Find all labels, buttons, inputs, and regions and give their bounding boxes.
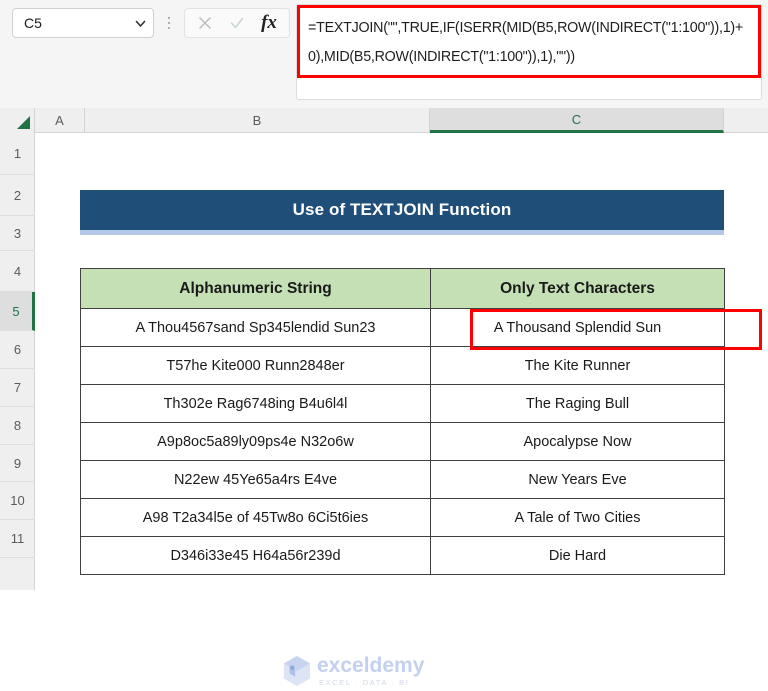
exceldemy-watermark: exceldemy EXCEL · DATA · BI: [282, 651, 472, 691]
dot: [168, 27, 170, 29]
cell-canvas: Use of TEXTJOIN Function Alphanumeric St…: [36, 133, 768, 590]
row-header-1[interactable]: 1: [0, 133, 35, 175]
name-box-value: C5: [24, 15, 42, 31]
table-row[interactable]: N22ew 45Ye65a4rs E4ve New Years Eve: [80, 460, 725, 499]
table-row[interactable]: A Thou4567sand Sp345lendid Sun23 A Thous…: [80, 308, 725, 347]
cell-b7[interactable]: Th302e Rag6748ing B4u6l4l: [80, 384, 431, 423]
column-header-only-text-characters: Only Text Characters: [430, 268, 725, 309]
column-header-overflow: [724, 108, 768, 133]
cell-b8[interactable]: A9p8oc5a89ly09ps4e N32o6w: [80, 422, 431, 461]
sheet-title-banner: Use of TEXTJOIN Function: [80, 190, 724, 230]
formula-input-wrapper[interactable]: =TEXTJOIN("",TRUE,IF(ISERR(MID(B5,ROW(IN…: [296, 4, 762, 100]
formula-input[interactable]: =TEXTJOIN("",TRUE,IF(ISERR(MID(B5,ROW(IN…: [308, 14, 758, 72]
row-header-6[interactable]: 6: [0, 331, 35, 369]
page-title: Use of TEXTJOIN Function: [292, 200, 512, 219]
table-row[interactable]: T57he Kite000 Runn2848er The Kite Runner: [80, 346, 725, 385]
cell-b5[interactable]: A Thou4567sand Sp345lendid Sun23: [80, 308, 431, 347]
title-banner-shadow: [80, 230, 724, 235]
cell-c7[interactable]: The Raging Bull: [430, 384, 725, 423]
chevron-down-icon[interactable]: [133, 16, 147, 30]
select-all-triangle-icon[interactable]: [0, 108, 35, 133]
dot: [168, 17, 170, 19]
cell-c6[interactable]: The Kite Runner: [430, 346, 725, 385]
row-header-5[interactable]: 5: [0, 292, 35, 331]
row-header-3[interactable]: 3: [0, 216, 35, 251]
dot: [168, 22, 170, 24]
cell-b6[interactable]: T57he Kite000 Runn2848er: [80, 346, 431, 385]
table-row[interactable]: A9p8oc5a89ly09ps4e N32o6w Apocalypse Now: [80, 422, 725, 461]
watermark-text-group: exceldemy EXCEL · DATA · BI: [317, 655, 424, 687]
cell-c11[interactable]: Die Hard: [430, 536, 725, 575]
row-header-strip: 1 2 3 4 5 6 7 8 9 10 11: [0, 133, 35, 590]
cell-b11[interactable]: D346i33e45 H64a56r239d: [80, 536, 431, 575]
column-header-alphanumeric-string: Alphanumeric String: [80, 268, 431, 309]
exceldemy-cube-logo-icon: [283, 656, 311, 686]
row-header-11[interactable]: 11: [0, 520, 35, 558]
table-header-row: Alphanumeric String Only Text Characters: [80, 268, 725, 309]
cell-b10[interactable]: A98 T2a34l5e of 45Tw8o 6Ci5t6ies: [80, 498, 431, 537]
column-header-strip: A B C: [0, 108, 768, 133]
cancel-x-icon[interactable]: [193, 11, 217, 35]
column-header-a[interactable]: A: [35, 108, 85, 133]
row-header-7[interactable]: 7: [0, 369, 35, 407]
table-row[interactable]: D346i33e45 H64a56r239d Die Hard: [80, 536, 725, 575]
formula-highlight-box: =TEXTJOIN("",TRUE,IF(ISERR(MID(B5,ROW(IN…: [297, 5, 761, 78]
table-row[interactable]: A98 T2a34l5e of 45Tw8o 6Ci5t6ies A Tale …: [80, 498, 725, 537]
spreadsheet-grid: A B C 1 2 3 4 5 6 7 8 9 10 11 Use of TEX…: [0, 108, 768, 686]
column-header-b[interactable]: B: [85, 108, 430, 133]
confirm-check-icon[interactable]: [225, 11, 249, 35]
cell-b9[interactable]: N22ew 45Ye65a4rs E4ve: [80, 460, 431, 499]
cell-c8[interactable]: Apocalypse Now: [430, 422, 725, 461]
name-box[interactable]: C5: [12, 8, 154, 38]
row-header-2[interactable]: 2: [0, 175, 35, 216]
column-header-c[interactable]: C: [430, 108, 724, 133]
more-vertical-icon[interactable]: [164, 12, 174, 34]
row-header-10[interactable]: 10: [0, 482, 35, 520]
row-header-8[interactable]: 8: [0, 407, 35, 445]
cell-c10[interactable]: A Tale of Two Cities: [430, 498, 725, 537]
formula-bar-region: C5 fx =TEXTJOIN("",TRUE,IF(ISERR(MID(B5,…: [0, 0, 768, 108]
table-row[interactable]: Th302e Rag6748ing B4u6l4l The Raging Bul…: [80, 384, 725, 423]
corner-triangle-shape: [17, 116, 30, 129]
data-table: Alphanumeric String Only Text Characters…: [80, 268, 725, 575]
watermark-brand-name: exceldemy: [317, 654, 425, 678]
row-header-4[interactable]: 4: [0, 251, 35, 292]
watermark-subtitle: EXCEL · DATA · BI: [319, 678, 410, 688]
cell-c5[interactable]: A Thousand Splendid Sun: [430, 308, 725, 347]
fx-icon[interactable]: fx: [257, 11, 281, 35]
row-header-9[interactable]: 9: [0, 445, 35, 482]
formula-action-group: fx: [184, 8, 290, 38]
cell-c9[interactable]: New Years Eve: [430, 460, 725, 499]
